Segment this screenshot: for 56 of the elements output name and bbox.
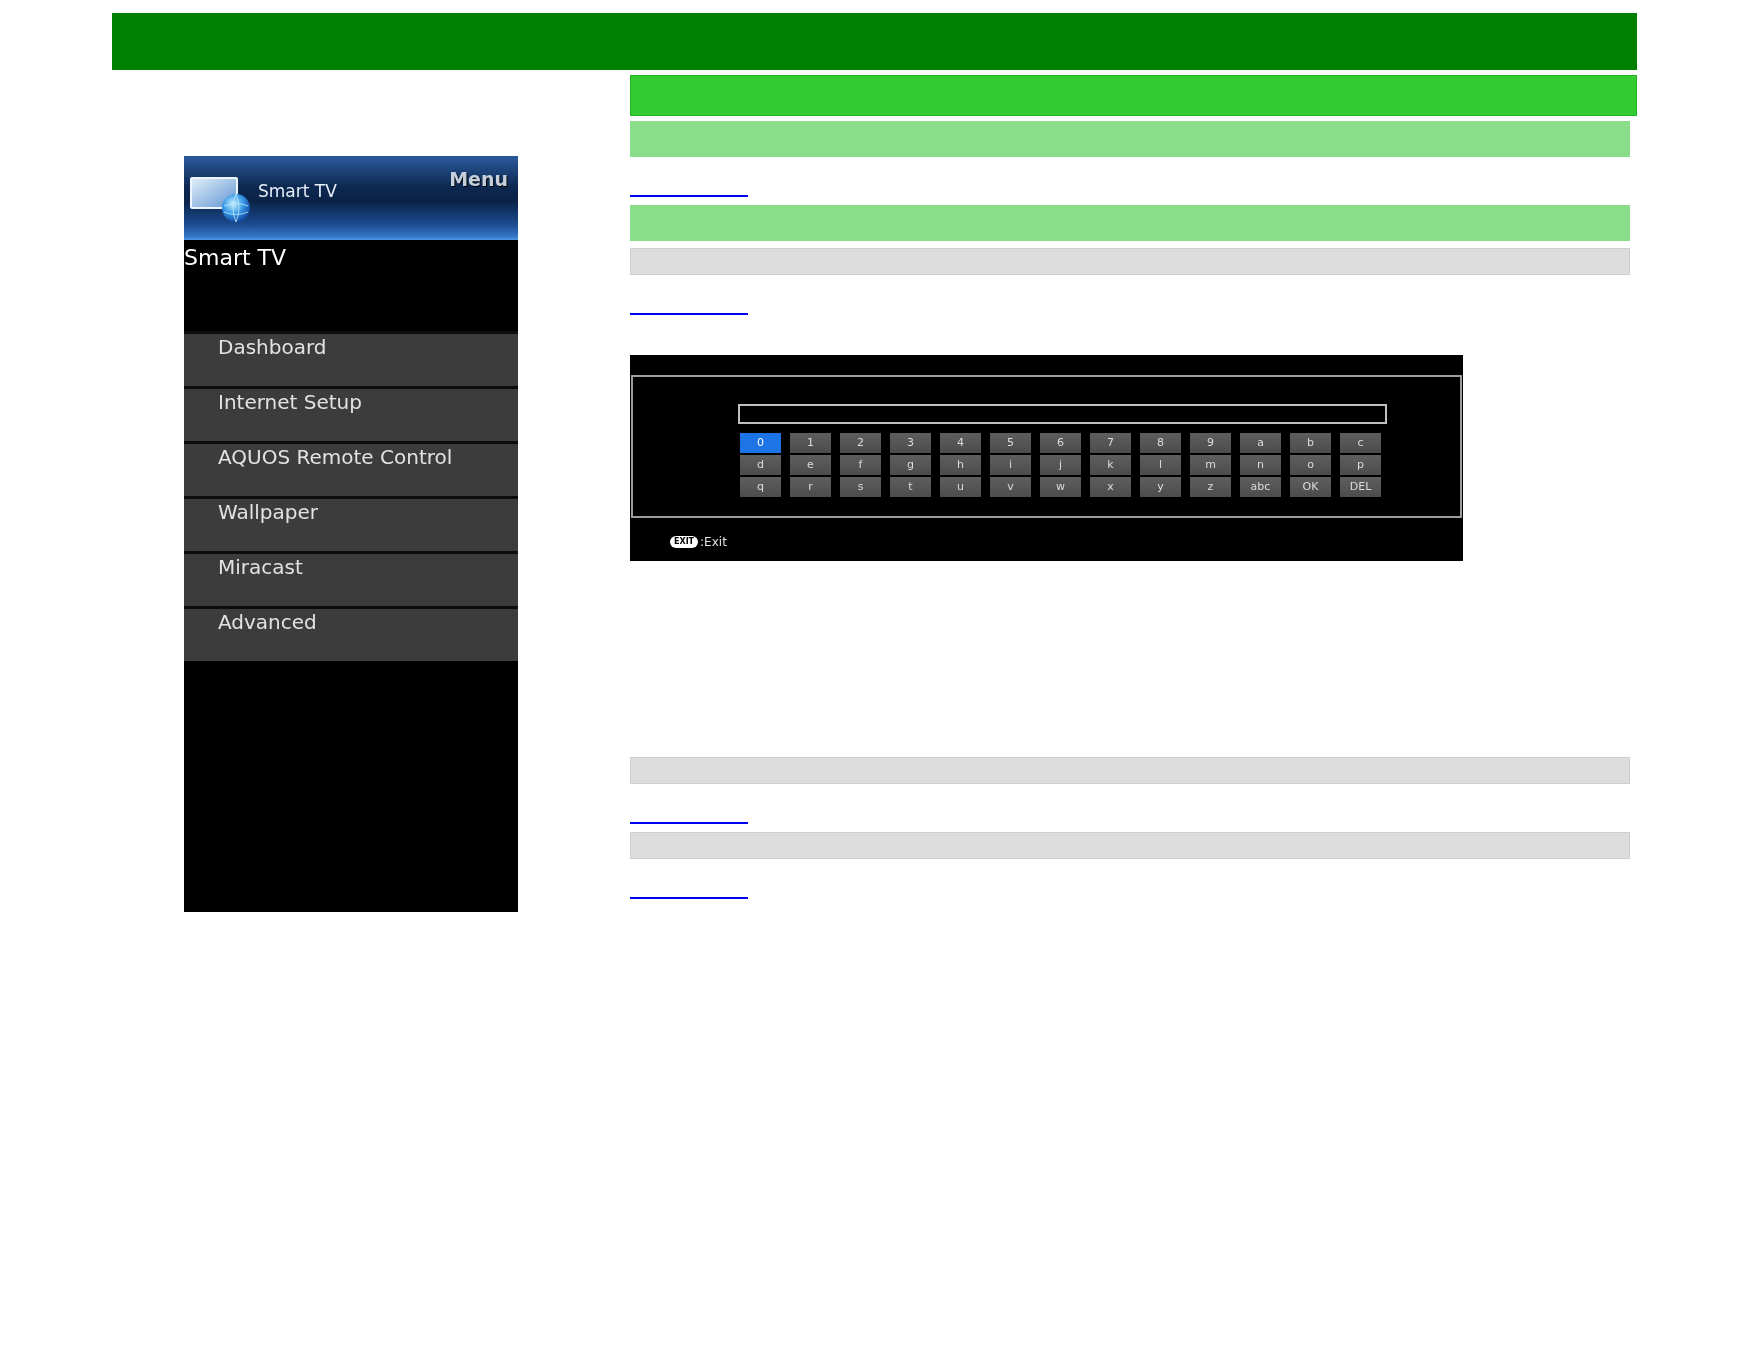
keyboard-key[interactable]: k bbox=[1090, 455, 1131, 475]
link-underline[interactable] bbox=[630, 313, 748, 315]
keyboard-key[interactable]: 5 bbox=[990, 433, 1031, 453]
keyboard-key[interactable]: p bbox=[1340, 455, 1381, 475]
keyboard-key[interactable]: o bbox=[1290, 455, 1331, 475]
link-underline[interactable] bbox=[630, 822, 748, 824]
keyboard-key[interactable]: x bbox=[1090, 477, 1131, 497]
keyboard-key[interactable]: abc bbox=[1240, 477, 1281, 497]
keyboard-key[interactable]: OK bbox=[1290, 477, 1331, 497]
keyboard-key[interactable]: 3 bbox=[890, 433, 931, 453]
keyboard-key[interactable]: v bbox=[990, 477, 1031, 497]
keyboard-key[interactable]: z bbox=[1190, 477, 1231, 497]
keyboard-key[interactable]: l bbox=[1140, 455, 1181, 475]
keyboard-key[interactable]: t bbox=[890, 477, 931, 497]
link-underline[interactable] bbox=[630, 897, 748, 899]
menu-label: Menu bbox=[449, 168, 508, 190]
keyboard-key[interactable]: g bbox=[890, 455, 931, 475]
keyboard-key[interactable]: m bbox=[1190, 455, 1231, 475]
menu-item[interactable]: Dashboard bbox=[184, 331, 518, 386]
keyboard-key[interactable]: 2 bbox=[840, 433, 881, 453]
keyboard-key[interactable]: d bbox=[740, 455, 781, 475]
input-field[interactable] bbox=[738, 404, 1387, 424]
keyboard-key[interactable]: u bbox=[940, 477, 981, 497]
keyboard-key[interactable]: 9 bbox=[1190, 433, 1231, 453]
keyboard-key[interactable]: 7 bbox=[1090, 433, 1131, 453]
keyboard-key[interactable]: 6 bbox=[1040, 433, 1081, 453]
menu-item[interactable]: Miracast bbox=[184, 551, 518, 606]
keyboard-key[interactable]: h bbox=[940, 455, 981, 475]
keyboard-key[interactable]: i bbox=[990, 455, 1031, 475]
link-underline[interactable] bbox=[630, 195, 748, 197]
exit-hint: :Exit bbox=[700, 534, 727, 549]
header-title: Smart TV bbox=[258, 181, 337, 201]
keyboard-key[interactable]: DEL bbox=[1340, 477, 1381, 497]
keyboard-key[interactable]: q bbox=[740, 477, 781, 497]
keyboard-key[interactable]: 0 bbox=[740, 433, 781, 453]
menu-item[interactable]: Wallpaper bbox=[184, 496, 518, 551]
keyboard-key[interactable]: 1 bbox=[790, 433, 831, 453]
keyboard-key[interactable]: r bbox=[790, 477, 831, 497]
keyboard-key[interactable]: f bbox=[840, 455, 881, 475]
keyboard-key[interactable]: a bbox=[1240, 433, 1281, 453]
keyboard-key[interactable]: b bbox=[1290, 433, 1331, 453]
menu-item[interactable]: Advanced bbox=[184, 606, 518, 661]
keyboard-key[interactable]: j bbox=[1040, 455, 1081, 475]
menu-item[interactable]: Internet Setup bbox=[184, 386, 518, 441]
keyboard-key[interactable]: c bbox=[1340, 433, 1381, 453]
panel-title: Smart TV bbox=[184, 244, 288, 272]
keyboard-key[interactable]: e bbox=[790, 455, 831, 475]
keyboard-key[interactable]: s bbox=[840, 477, 881, 497]
keyboard-key[interactable]: y bbox=[1140, 477, 1181, 497]
keyboard-key[interactable]: w bbox=[1040, 477, 1081, 497]
keyboard-key[interactable]: 8 bbox=[1140, 433, 1181, 453]
keyboard-key[interactable]: 4 bbox=[940, 433, 981, 453]
keyboard-key[interactable]: n bbox=[1240, 455, 1281, 475]
exit-key-badge: EXIT bbox=[670, 535, 699, 548]
monitor-globe-icon bbox=[190, 177, 252, 223]
menu-item[interactable]: AQUOS Remote Control bbox=[184, 441, 518, 496]
